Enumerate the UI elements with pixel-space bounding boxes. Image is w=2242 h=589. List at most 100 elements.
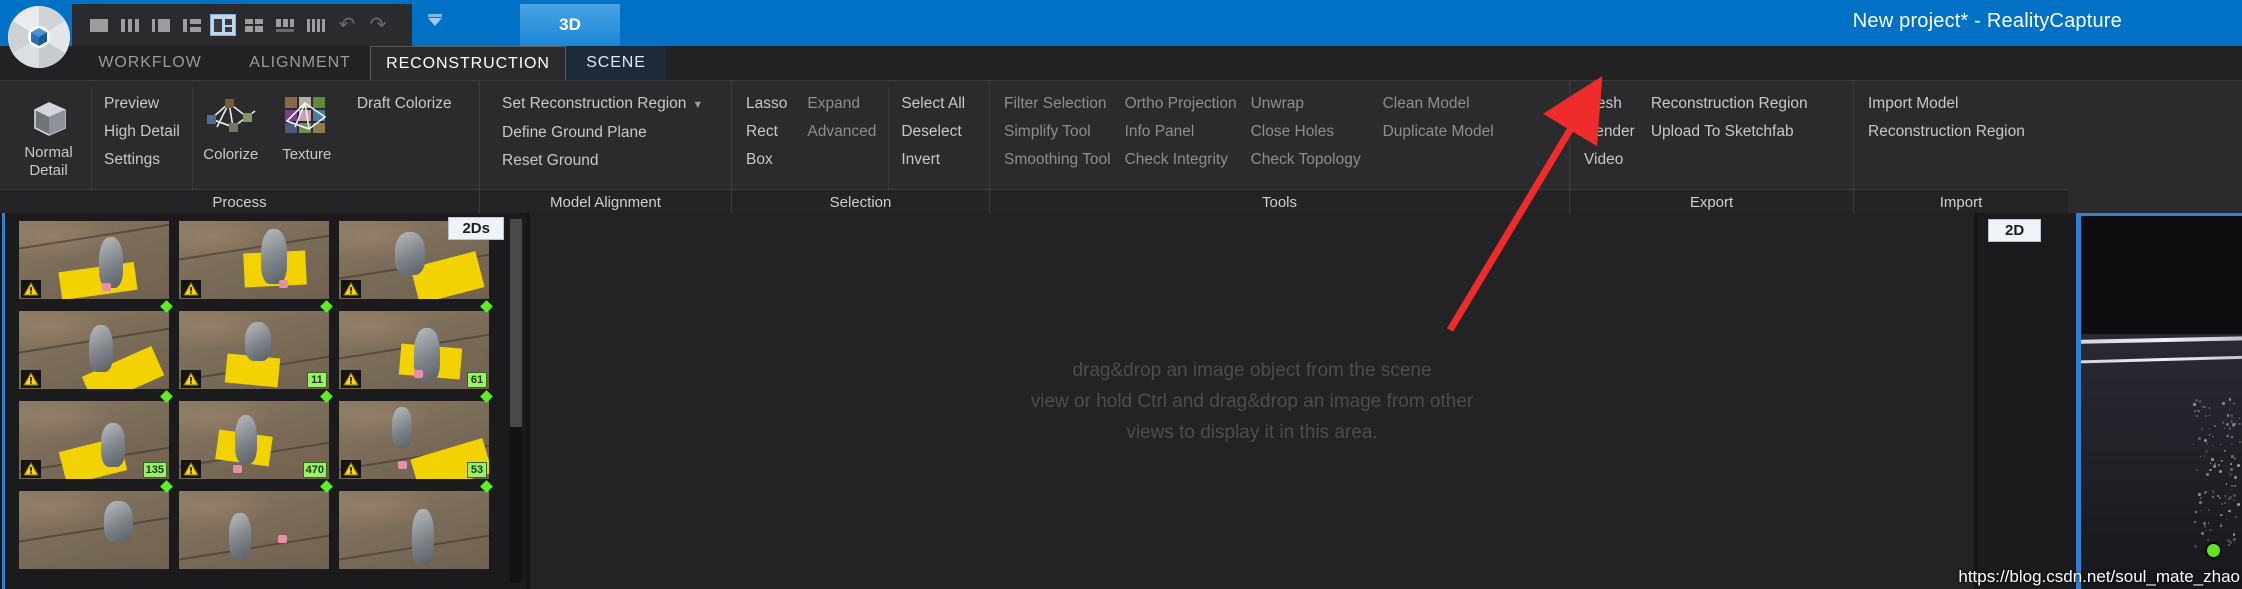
export-render-button[interactable]: Render <box>1584 119 1635 145</box>
deselect-button[interactable]: Deselect <box>901 119 965 145</box>
thumbnail-pink-marker <box>398 461 408 470</box>
smoothing-tool-button[interactable]: Smoothing Tool <box>1004 147 1111 173</box>
thumbnail-image[interactable]: 53 <box>339 401 489 479</box>
thumbnail-image[interactable] <box>19 491 169 569</box>
export-mesh-button[interactable]: Mesh <box>1584 91 1635 117</box>
panel-tag-2d[interactable]: 2D <box>1988 219 2042 242</box>
thumbnail-image[interactable]: 61 <box>339 311 489 389</box>
lasso-button[interactable]: Lasso <box>746 91 787 117</box>
layout-wide-bottom-button[interactable] <box>272 14 298 36</box>
ortho-projection-button[interactable]: Ortho Projection <box>1125 91 1237 117</box>
import-reconstruction-region-button[interactable]: Reconstruction Region <box>1868 119 2025 145</box>
ribbon-tab-reconstruction[interactable]: RECONSTRUCTION <box>370 46 566 80</box>
filter-selection-button[interactable]: Filter Selection <box>1004 91 1111 117</box>
scene-3d-panel[interactable]: 2D https://blog.csdn.net/soul_mate_zhao <box>1958 213 2242 589</box>
point-cloud-speck <box>2211 458 2214 461</box>
invert-button[interactable]: Invert <box>901 147 965 173</box>
redo-arrow-icon: ↷ <box>369 14 387 36</box>
thumbnail-statue <box>104 501 133 542</box>
import-column-1: Import Model Reconstruction Region <box>1868 87 2025 189</box>
warning-icon <box>21 370 41 388</box>
clean-model-button[interactable]: Clean Model <box>1383 91 1494 117</box>
process-command-list: Preview High Detail Settings <box>92 87 193 189</box>
thumbnail-image[interactable] <box>339 491 489 569</box>
group-title-import: Import <box>1854 189 2068 214</box>
group-title-selection: Selection <box>732 189 989 214</box>
point-cloud-speck <box>2196 468 2199 471</box>
draft-colorize-button[interactable]: Draft Colorize <box>357 91 452 117</box>
rect-button[interactable]: Rect <box>746 119 787 145</box>
box-button[interactable]: Box <box>746 147 787 173</box>
scene-3d-viewport[interactable] <box>2076 213 2242 589</box>
layout-two-uneven-button[interactable] <box>148 14 174 36</box>
view-tab-3d[interactable]: 3D <box>520 4 620 46</box>
check-topology-button[interactable]: Check Topology <box>1251 147 1361 173</box>
ribbon-tab-alignment[interactable]: ALIGNMENT <box>230 46 370 80</box>
point-cloud-speck <box>2219 524 2222 527</box>
warning-icon <box>21 460 41 478</box>
reset-ground-button[interactable]: Reset Ground <box>502 148 703 174</box>
unwrap-button[interactable]: Unwrap <box>1251 91 1361 117</box>
layout-one-plus-two-rows-button[interactable] <box>179 14 205 36</box>
define-ground-plane-button[interactable]: Define Ground Plane <box>502 120 703 146</box>
preview-button[interactable]: Preview <box>104 91 180 117</box>
thumbnail-image[interactable]: 470 <box>179 401 329 479</box>
collapse-ribbon-button[interactable] <box>424 10 446 30</box>
thumbnail-pink-marker <box>414 370 424 379</box>
warning-icon <box>181 280 201 298</box>
tools-column-4: Clean Model Duplicate Model <box>1383 87 1494 189</box>
duplicate-model-button[interactable]: Duplicate Model <box>1383 119 1494 145</box>
thumbnail-image[interactable] <box>179 221 329 299</box>
layout-quad-button[interactable] <box>241 14 267 36</box>
thumbnail-grid[interactable]: 11 61 135 470 53 <box>19 221 499 569</box>
thumbnail-statue <box>245 322 272 362</box>
export-video-button[interactable]: Video <box>1584 147 1635 173</box>
point-cloud-speck <box>2204 438 2207 442</box>
high-detail-button[interactable]: High Detail <box>104 119 180 145</box>
images-2ds-panel[interactable]: 2Ds 11 61 135 470 53 <box>2 213 526 589</box>
layout-three-columns-button[interactable] <box>117 14 143 36</box>
ribbon-group-model-alignment: Set Reconstruction Region ▼ Define Ground… <box>480 81 732 214</box>
thumbnail-image[interactable]: 11 <box>179 311 329 389</box>
export-reconstruction-region-button[interactable]: Reconstruction Region <box>1651 91 1808 117</box>
close-holes-button[interactable]: Close Holes <box>1251 119 1361 145</box>
point-cloud-speck <box>2208 434 2210 436</box>
texture-button[interactable]: Texture <box>269 87 345 189</box>
ribbon-tab-workflow[interactable]: WORKFLOW <box>84 46 216 80</box>
panel-tag-2ds[interactable]: 2Ds <box>448 217 504 240</box>
colorize-mesh-icon <box>203 93 259 142</box>
thumbnails-scrollbar-knob[interactable] <box>510 219 522 427</box>
colorize-button[interactable]: Colorize <box>193 87 269 189</box>
undo-button[interactable]: ↶ <box>334 14 360 36</box>
thumbnail-image[interactable] <box>179 491 329 569</box>
simplify-tool-button[interactable]: Simplify Tool <box>1004 119 1111 145</box>
layout-single-button[interactable] <box>86 14 112 36</box>
selected-point-marker[interactable] <box>2205 542 2222 559</box>
point-cloud-speck <box>2200 427 2204 430</box>
check-integrity-button[interactable]: Check Integrity <box>1125 147 1237 173</box>
image-view-panel[interactable]: drag&drop an image object from the scene… <box>530 213 1974 589</box>
info-panel-button[interactable]: Info Panel <box>1125 119 1237 145</box>
point-cloud-speck <box>2231 436 2233 439</box>
thumbnail-pink-marker <box>278 535 288 544</box>
redo-button[interactable]: ↷ <box>365 14 391 36</box>
select-all-button[interactable]: Select All <box>901 91 965 117</box>
layout-grid-many-button[interactable] <box>303 14 329 36</box>
view-tab-3d-label: 3D <box>559 15 581 34</box>
settings-button[interactable]: Settings <box>104 147 180 173</box>
thumbnail-image[interactable]: 135 <box>19 401 169 479</box>
ribbon-tab-scene-label: SCENE <box>586 54 646 71</box>
point-cloud-speck <box>2210 432 2212 435</box>
thumbnail-image[interactable] <box>19 311 169 389</box>
ribbon-tab-scene[interactable]: SCENE <box>566 46 666 80</box>
layout-one-plus-two-button[interactable] <box>210 14 236 36</box>
normal-detail-button[interactable]: Normal Detail <box>10 87 92 189</box>
upload-to-sketchfab-button[interactable]: Upload To Sketchfab <box>1651 119 1808 145</box>
thumbnail-image[interactable] <box>19 221 169 299</box>
thumbnails-scrollbar[interactable] <box>510 219 522 583</box>
set-reconstruction-region-button[interactable]: Set Reconstruction Region ▼ <box>502 91 703 118</box>
import-model-button[interactable]: Import Model <box>1868 91 2025 117</box>
advanced-button[interactable]: Advanced <box>807 119 876 145</box>
expand-button[interactable]: Expand <box>807 91 876 117</box>
chevron-down-icon[interactable]: ▼ <box>692 99 703 111</box>
